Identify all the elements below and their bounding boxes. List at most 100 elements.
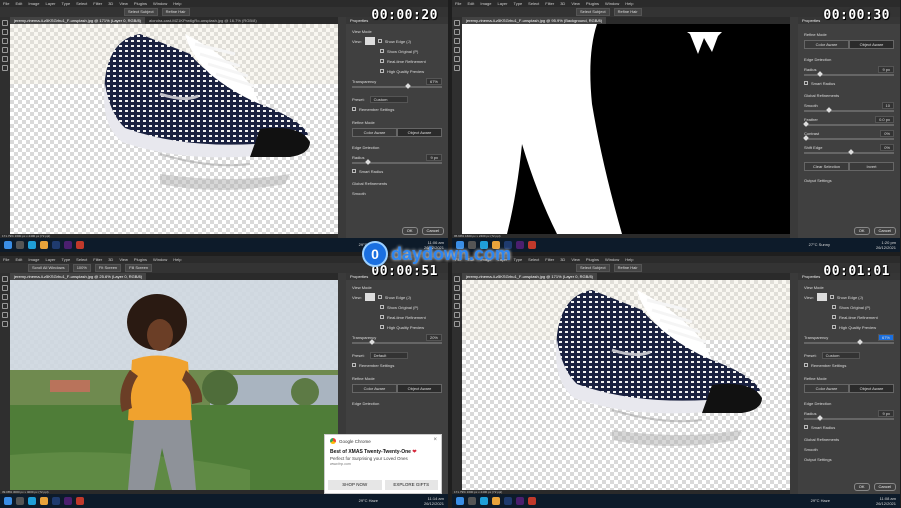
menu-filter[interactable]: Filter — [545, 0, 554, 7]
object-aware-button[interactable]: Object Aware — [849, 40, 894, 49]
photoshop-icon[interactable] — [52, 497, 60, 505]
scroll-all-windows-checkbox[interactable]: Scroll All Windows — [28, 264, 69, 272]
remember-checkbox[interactable] — [352, 107, 356, 111]
brush-tool-icon[interactable] — [2, 38, 8, 44]
menu-file[interactable]: File — [3, 0, 9, 7]
menu-edit[interactable]: Edit — [15, 256, 22, 263]
fit-screen-button[interactable]: Fit Screen — [94, 264, 122, 272]
menu-filter[interactable]: Filter — [93, 256, 102, 263]
color-aware-button[interactable]: Color Aware — [352, 384, 397, 393]
menu-image[interactable]: Image — [28, 0, 39, 7]
chrome-icon[interactable] — [40, 497, 48, 505]
menu-filter[interactable]: Filter — [545, 256, 554, 263]
refine-edge-brush-icon[interactable] — [2, 29, 8, 35]
weather-readout[interactable]: 29°C Haze — [811, 498, 830, 503]
select-subject-button[interactable]: Select Subject — [576, 264, 610, 272]
hand-tool-icon[interactable] — [2, 312, 8, 318]
ok-button[interactable]: OK — [853, 227, 870, 235]
lasso-tool-icon[interactable] — [2, 47, 8, 53]
menu-type[interactable]: Type — [514, 256, 523, 263]
photoshop-icon[interactable] — [504, 497, 512, 505]
show-original-checkbox[interactable] — [380, 305, 384, 309]
menu-image[interactable]: Image — [480, 0, 491, 7]
menu-select[interactable]: Select — [76, 0, 87, 7]
refine-edge-brush-icon[interactable] — [454, 285, 460, 291]
output-settings-label[interactable]: Output Settings — [804, 456, 900, 462]
menu-help[interactable]: Help — [173, 0, 181, 7]
app-icon[interactable] — [528, 497, 536, 505]
chrome-notification[interactable]: Google Chrome × Best of XMAS Twenty-Twen… — [324, 434, 442, 494]
object-aware-button[interactable]: Object Aware — [849, 384, 894, 393]
menu-file[interactable]: File — [3, 256, 9, 263]
image-canvas[interactable] — [462, 24, 790, 234]
app-icon[interactable] — [76, 497, 84, 505]
remember-checkbox[interactable] — [804, 363, 808, 367]
quick-selection-tool-icon[interactable] — [2, 276, 8, 282]
smooth-value[interactable]: 10 — [881, 101, 894, 109]
slider-knob[interactable] — [803, 135, 809, 141]
menu-type[interactable]: Type — [514, 0, 523, 7]
menu-type[interactable]: Type — [62, 256, 71, 263]
zoom-tool-icon[interactable] — [454, 65, 460, 71]
clock[interactable]: 11:14 am 26/12/2021 — [424, 496, 444, 506]
transparency-slider[interactable] — [804, 339, 894, 345]
radius-slider[interactable] — [352, 159, 442, 165]
show-edge-checkbox[interactable] — [829, 295, 834, 299]
realtime-checkbox[interactable] — [380, 59, 384, 63]
radius-slider[interactable] — [804, 71, 894, 77]
shift-edge-value[interactable]: 0% — [880, 143, 894, 151]
fill-screen-button[interactable]: Fill Screen — [125, 264, 153, 272]
view-thumbnail[interactable] — [816, 293, 827, 301]
color-aware-button[interactable]: Color Aware — [352, 128, 397, 137]
hq-preview-checkbox[interactable] — [832, 325, 836, 329]
preset-dropdown[interactable]: Custom — [821, 351, 860, 359]
menu-layer[interactable]: Layer — [45, 0, 55, 7]
close-icon[interactable]: × — [433, 437, 437, 443]
menu-plugins[interactable]: Plugins — [134, 256, 147, 263]
feather-slider[interactable] — [803, 121, 894, 127]
slider-knob[interactable] — [405, 83, 411, 89]
hand-tool-icon[interactable] — [2, 56, 8, 62]
view-thumbnail[interactable] — [364, 37, 375, 45]
object-aware-button[interactable]: Object Aware — [397, 128, 442, 137]
zoom-tool-icon[interactable] — [2, 321, 8, 327]
lasso-tool-icon[interactable] — [454, 303, 460, 309]
transparency-value[interactable]: 67% — [877, 333, 894, 341]
slider-knob[interactable] — [369, 339, 375, 345]
premiere-icon[interactable] — [516, 497, 524, 505]
show-original-checkbox[interactable] — [380, 49, 384, 53]
transparency-value[interactable]: 20% — [425, 333, 442, 341]
edge-browser-icon[interactable] — [28, 241, 36, 249]
document-tab-active[interactable]: jeremy-rinema-ii-z5KSGrhu1_F-unsplash.jp… — [10, 17, 145, 24]
invert-button[interactable]: Invert — [849, 162, 894, 171]
menu-filter[interactable]: Filter — [93, 0, 102, 7]
menu-window[interactable]: Window — [605, 256, 619, 263]
menu-layer[interactable]: Layer — [45, 256, 55, 263]
menu-3d[interactable]: 3D — [560, 0, 565, 7]
app-icon[interactable] — [528, 241, 536, 249]
menu-window[interactable]: Window — [605, 0, 619, 7]
start-icon[interactable] — [456, 497, 464, 505]
app-icon[interactable] — [76, 241, 84, 249]
menu-file[interactable]: File — [455, 0, 461, 7]
document-tab-active[interactable]: jeremy-rinema-ii-z5KSGrhu1_F-unsplash.jp… — [462, 273, 597, 280]
document-tab[interactable]: alondra-cast-MZ1KPrw6gRo-unsplash.jpg @ … — [145, 17, 261, 24]
menu-view[interactable]: View — [119, 256, 128, 263]
menu-edit[interactable]: Edit — [15, 0, 22, 7]
hq-preview-checkbox[interactable] — [380, 69, 384, 73]
menu-image[interactable]: Image — [28, 256, 39, 263]
radius-value[interactable]: 9 px — [878, 409, 894, 417]
zoom-100-button[interactable]: 100% — [72, 264, 91, 272]
quick-selection-tool-icon[interactable] — [454, 276, 460, 282]
lasso-tool-icon[interactable] — [2, 303, 8, 309]
quick-selection-tool-icon[interactable] — [2, 20, 8, 26]
cancel-button[interactable]: Cancel — [873, 227, 896, 235]
chrome-icon[interactable] — [40, 241, 48, 249]
shift-edge-slider[interactable] — [804, 149, 894, 155]
transparency-slider[interactable] — [352, 339, 442, 345]
smart-radius-checkbox[interactable] — [804, 81, 808, 85]
cancel-button[interactable]: Cancel — [873, 483, 896, 491]
start-icon[interactable] — [4, 497, 12, 505]
refine-hair-button[interactable]: Refine Hair — [613, 264, 642, 272]
edge-browser-icon[interactable] — [480, 497, 488, 505]
